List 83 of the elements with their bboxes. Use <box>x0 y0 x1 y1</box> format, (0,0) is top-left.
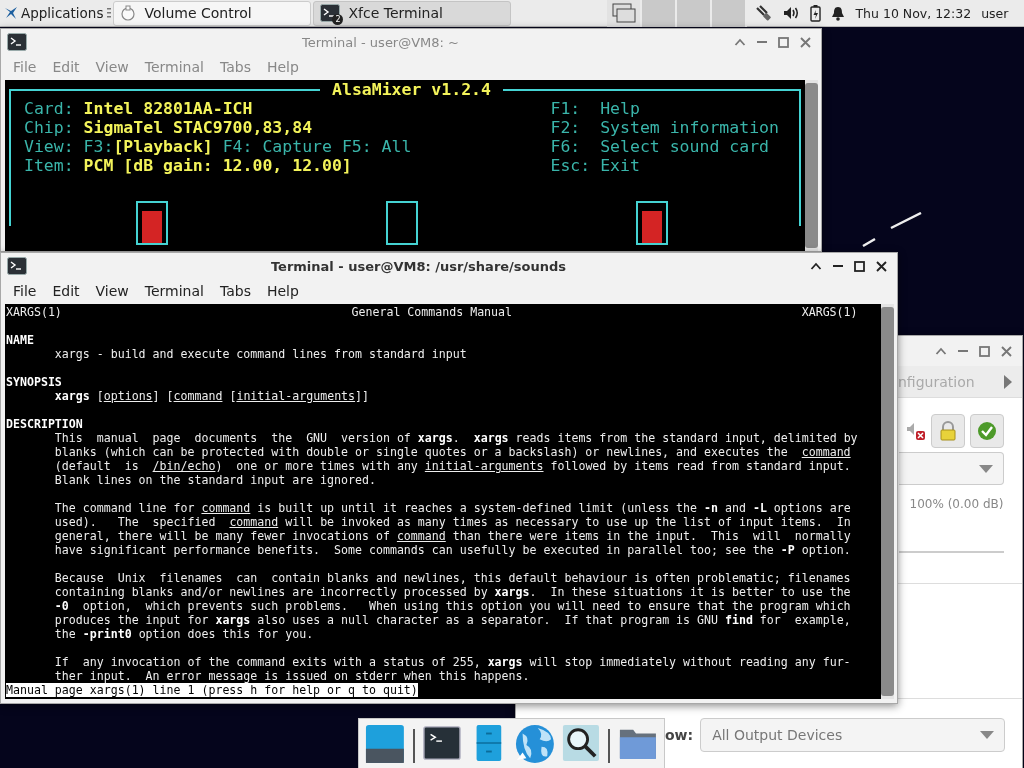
terminal-icon[interactable] <box>422 723 461 763</box>
section-heading: SYNOPSIS <box>6 375 63 389</box>
window-count-badge: 2 <box>332 14 344 25</box>
speaker-icon[interactable] <box>783 6 801 20</box>
show-desktop-icon[interactable] <box>365 723 405 765</box>
workspace-cell[interactable] <box>712 0 748 27</box>
mouse-logo-icon <box>4 6 18 20</box>
info-label: View: <box>24 137 75 156</box>
page-header: General Commands Manual <box>351 305 513 319</box>
applications-menu[interactable]: Applications <box>0 0 108 27</box>
window-title: Terminal - user@VM8: ~ <box>300 34 460 50</box>
battery-icon[interactable] <box>810 4 822 22</box>
taskbar-button[interactable]: 2 Xfce Terminal <box>313 0 512 26</box>
menu-item[interactable]: File <box>5 283 45 299</box>
info-value: PCM [dB gain: 12.00, 12.00] <box>83 156 352 175</box>
terminal-icon <box>320 4 341 22</box>
user-menu[interactable]: user <box>981 5 1009 21</box>
check-icon <box>977 421 997 441</box>
network-icon[interactable] <box>755 5 774 21</box>
key-hint: F2: System information <box>550 118 780 137</box>
menu-item[interactable]: View <box>87 283 137 299</box>
clock[interactable]: Thu 10 Nov, 12:32 <box>855 5 972 21</box>
page-header: XARGS(1) <box>801 305 858 319</box>
info-label: Item: <box>24 156 75 175</box>
search-icon[interactable] <box>562 723 601 763</box>
man-paragraph: The command line for command is built up until it reaches a system-defined limit (unless the -n and -L options are used). The specified command will be invoked as many times as necessary to use up the list of input items. In general, there will be many fewer invocations of command than there were items in the input. This will normally have significant performance benefits. Some commands can usefully be executed in parallel too; see the -P option. <box>53 501 852 557</box>
grip-icon <box>107 7 112 19</box>
view-option[interactable]: [Playback] <box>113 137 213 156</box>
man-paragraph: If any invocation of the command exits with a status of 255, xargs will stop immediately without reading any fur- ther input. An error message is issued on stderr when this happens. <box>53 655 852 683</box>
view-option[interactable]: Capture <box>262 137 332 156</box>
close-icon[interactable] <box>876 260 887 272</box>
lock-button[interactable] <box>931 414 965 448</box>
man-paragraph: xargs - build and execute command lines from standard input <box>53 347 468 361</box>
workspace-cell[interactable] <box>607 0 643 27</box>
volume-level-text: 100% (0.00 dB) <box>908 497 1005 511</box>
volume-fader[interactable] <box>636 201 668 245</box>
key-hint: F6: Select sound card <box>550 137 771 156</box>
key-hint: Esc: Exit <box>550 156 641 175</box>
key-hint: F1: Help <box>550 99 641 118</box>
man-paragraph: Because Unix filenames can contain blanks and newlines, this default behaviour is often problematic; filenames containing blanks and/or newlines are incorrectly processed by xargs. In these situations it is better to use the -0 option, which prevents such problems. When using this option you will need to ensure that the program which produces the input for xargs also uses a null character as a separator. If that program is GNU find for example, the -print0 option does this for you. <box>53 571 852 641</box>
view-key: F4: <box>222 137 253 156</box>
apply-button[interactable] <box>970 414 1004 448</box>
info-value: SigmaTel STAC9700,83,84 <box>83 118 313 137</box>
mixer-title: AlsaMixer v1.2.4 <box>331 80 492 99</box>
chevron-up-icon[interactable] <box>810 262 822 270</box>
scroll-right-icon[interactable] <box>1004 374 1012 389</box>
man-paragraph: This manual page documents the GNU version of xargs. xargs reads items from the standard input, delimited by blanks (which can be protected with double or single quotes or a backslash) or newlines, and executes the command (default is /bin/echo) one or more times with any initial-arguments followed by items read from standard input. Blank lines on the standard input are ignored. <box>53 431 859 487</box>
menu-item[interactable]: Edit <box>44 283 88 299</box>
caret-icon <box>980 731 994 739</box>
volume-fader[interactable] <box>136 201 168 245</box>
minimize-icon[interactable] <box>833 264 843 268</box>
output-filter-dropdown[interactable]: All Output Devices <box>700 718 1005 752</box>
section-heading: DESCRIPTION <box>6 417 84 431</box>
info-value: Intel 82801AA-ICH <box>83 99 253 118</box>
view-key: F3: <box>83 137 114 156</box>
globe-icon[interactable] <box>514 723 555 765</box>
knob-icon <box>120 5 137 21</box>
workspace-cell[interactable] <box>642 0 678 27</box>
page-header: XARGS(1) <box>6 305 62 319</box>
window-title: Terminal - user@VM8: /usr/share/sounds <box>269 258 568 274</box>
workspace-cell[interactable] <box>677 0 713 27</box>
terminal-icon <box>7 33 27 51</box>
info-label: Chip: <box>24 118 75 137</box>
section-heading: NAME <box>6 333 35 347</box>
taskbar-button[interactable]: Volume Control <box>113 0 312 26</box>
bell-icon[interactable] <box>831 5 846 21</box>
filter-label: ow: <box>665 727 694 743</box>
menu-item[interactable]: Help <box>258 283 307 299</box>
volume-fader[interactable] <box>386 201 418 245</box>
terminal-icon <box>7 257 27 275</box>
view-option[interactable]: All <box>381 137 412 156</box>
terminal-area[interactable] <box>5 80 805 251</box>
muted-speaker-icon <box>906 422 926 440</box>
info-label: Card: <box>24 99 75 118</box>
maximize-icon[interactable] <box>854 260 865 272</box>
scrollbar[interactable] <box>805 80 818 251</box>
man-paragraph: xargs [options] [command [initial-arguments]] <box>53 389 371 403</box>
caret-icon <box>979 464 993 473</box>
padlock-icon <box>938 421 958 441</box>
scrollbar[interactable] <box>881 304 894 699</box>
menu-item[interactable]: Tabs <box>211 283 259 299</box>
menu-item[interactable]: Terminal <box>136 283 212 299</box>
view-key: F5: <box>341 137 372 156</box>
